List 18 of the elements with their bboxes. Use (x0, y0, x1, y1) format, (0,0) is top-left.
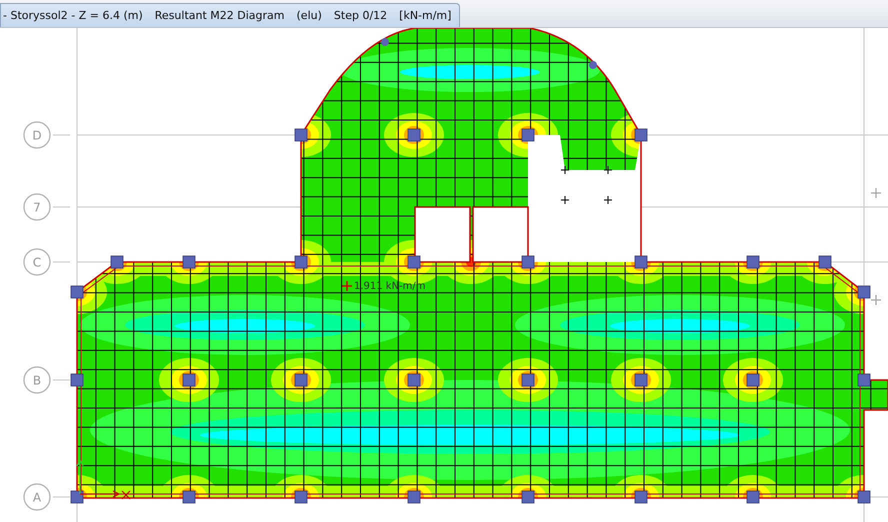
grid-line (52, 496, 70, 498)
view-tab[interactable]: - Storyssol2 - Z = 6.4 (m) Resultant M22 Diagram (elu) Step 0/12 [kN-m/m] (0, 3, 460, 27)
grid-bubble: C (23, 248, 51, 276)
grid-bubble: 7 (23, 193, 51, 221)
grid-bubble: A (23, 483, 51, 511)
grid-bubble: D (23, 121, 51, 149)
step-label: Step 0/12 (334, 9, 388, 22)
diagram-label: Resultant M22 Diagram (154, 9, 285, 22)
grid-bubble: B (23, 366, 51, 394)
story-label: - Storyssol2 - Z = 6.4 (m) (3, 9, 143, 22)
grid-line (52, 134, 70, 136)
point-cross-icon (341, 280, 353, 292)
plus-marker-icon (870, 188, 882, 198)
axis-origin-icon (76, 458, 131, 500)
units-label: [kN-m/m] (399, 9, 452, 22)
plus-marker-icon (870, 294, 882, 306)
load-case-label: (elu) (296, 9, 322, 22)
grid-line (52, 206, 70, 208)
